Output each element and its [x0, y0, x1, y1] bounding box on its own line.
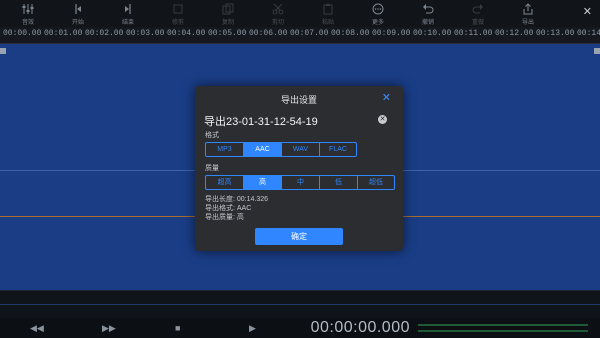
format-selector: MP3 AAC WAV FLAC	[205, 142, 357, 157]
ruler-tick: 00:14.00	[577, 29, 600, 38]
ruler-tick: 00:04.00	[167, 29, 206, 38]
format-option-aac[interactable]: AAC	[244, 143, 282, 156]
toolbar-button-effects[interactable]: 音效	[6, 0, 50, 27]
ruler-tick: 00:02.00	[85, 29, 124, 38]
toolbar-label: 粘贴	[321, 20, 334, 26]
toolbar-label: 结束	[121, 20, 134, 26]
toolbar-label: 重做	[471, 20, 484, 26]
format-option-wav[interactable]: WAV	[282, 143, 320, 156]
quality-option-medium[interactable]: 中	[282, 176, 320, 189]
quality-section-label: 质量	[205, 165, 219, 172]
toolbar-button-cut[interactable]: 剪切	[256, 0, 300, 27]
ruler-tick: 00:03.00	[126, 29, 165, 38]
undo-icon	[423, 4, 434, 14]
ruler-tick: 00:12.00	[495, 29, 534, 38]
format-option-mp3[interactable]: MP3	[206, 143, 244, 156]
clear-filename-icon[interactable]: ✕	[378, 115, 387, 124]
end-mark-icon	[125, 4, 131, 14]
export-icon	[523, 3, 533, 15]
ruler-tick: 00:11.00	[454, 29, 493, 38]
ruler-tick: 00:01.00	[44, 29, 83, 38]
toolbar-button-trim[interactable]: 修剪	[156, 0, 200, 27]
toolbar-button-end[interactable]: 结束	[106, 0, 150, 27]
top-toolbar: 音效 开始 结束 修剪 复制 剪切 粘贴 更多 撤销 重做 导出 ✕	[0, 0, 600, 27]
toolbar-label: 剪切	[271, 20, 284, 26]
equalizer-icon	[22, 4, 34, 14]
dialog-title: 导出设置	[280, 95, 317, 105]
ruler-tick: 00:09.00	[372, 29, 411, 38]
toolbar-button-copy[interactable]: 复制	[206, 0, 250, 27]
play-icon[interactable]: ▶	[249, 323, 256, 334]
export-quality-text: 导出质量: 高	[205, 214, 244, 221]
cut-icon	[272, 3, 284, 15]
ruler-tick: 00:13.00	[536, 29, 575, 38]
toolbar-label: 修剪	[171, 20, 184, 26]
toolbar-button-redo[interactable]: 重做	[456, 0, 500, 27]
quality-option-low[interactable]: 低	[320, 176, 358, 189]
toolbar-button-more[interactable]: 更多	[356, 0, 400, 27]
trim-icon	[173, 4, 183, 14]
level-meter-left	[418, 324, 588, 326]
ruler-tick: 00:00.00	[3, 29, 42, 38]
toolbar-button-paste[interactable]: 粘贴	[306, 0, 350, 27]
toolbar-button-undo[interactable]: 撤销	[406, 0, 450, 27]
quality-option-ultra-low[interactable]: 超低	[358, 176, 394, 189]
format-section-label: 格式	[205, 132, 219, 139]
rewind-icon[interactable]: ◀◀	[30, 323, 44, 334]
toolbar-label: 音效	[21, 20, 34, 26]
selection-end-handle[interactable]	[594, 48, 600, 54]
redo-icon	[472, 4, 483, 14]
close-icon[interactable]: ✕	[583, 5, 592, 18]
dialog-close-icon[interactable]: ✕	[382, 91, 391, 104]
quality-selector: 超高 高 中 低 超低	[205, 175, 395, 190]
selection-start-handle[interactable]	[0, 48, 6, 54]
transport-bar: ◀◀ ▶▶ ■ ▶ 00:00:00.000	[0, 318, 600, 338]
copy-icon	[222, 3, 234, 15]
toolbar-label: 复制	[221, 20, 234, 26]
start-mark-icon	[75, 4, 81, 14]
quality-option-ultra-high[interactable]: 超高	[206, 176, 244, 189]
ruler-tick: 00:07.00	[290, 29, 329, 38]
playback-timecode: 00:00:00.000	[310, 319, 410, 336]
confirm-button[interactable]: 确定	[255, 228, 343, 245]
quality-option-high[interactable]: 高	[244, 176, 282, 189]
filename-input[interactable]: 导出23-01-31-12-54-19	[204, 113, 318, 129]
ruler-tick: 00:08.00	[331, 29, 370, 38]
toolbar-button-start[interactable]: 开始	[56, 0, 100, 27]
overview-line	[0, 304, 600, 305]
toolbar-label: 导出	[521, 20, 534, 26]
toolbar-label: 更多	[371, 20, 384, 26]
paste-icon	[323, 4, 333, 15]
ruler-tick: 00:05.00	[208, 29, 247, 38]
format-option-flac[interactable]: FLAC	[320, 143, 356, 156]
ruler-tick: 00:10.00	[413, 29, 452, 38]
more-icon	[372, 3, 384, 15]
level-meter-right	[418, 330, 588, 332]
stop-icon[interactable]: ■	[175, 323, 180, 333]
export-settings-dialog: 导出设置 ✕ 导出23-01-31-12-54-19 ✕ 格式 MP3 AAC …	[195, 86, 403, 251]
fast-forward-icon[interactable]: ▶▶	[102, 323, 116, 334]
toolbar-button-export[interactable]: 导出	[506, 0, 550, 27]
ruler-tick: 00:06.00	[249, 29, 288, 38]
time-ruler[interactable]: 00:00.00 00:01.00 00:02.00 00:03.00 00:0…	[0, 27, 600, 44]
toolbar-label: 撤销	[421, 20, 434, 26]
toolbar-label: 开始	[71, 20, 84, 26]
overview-strip[interactable]	[0, 290, 600, 319]
